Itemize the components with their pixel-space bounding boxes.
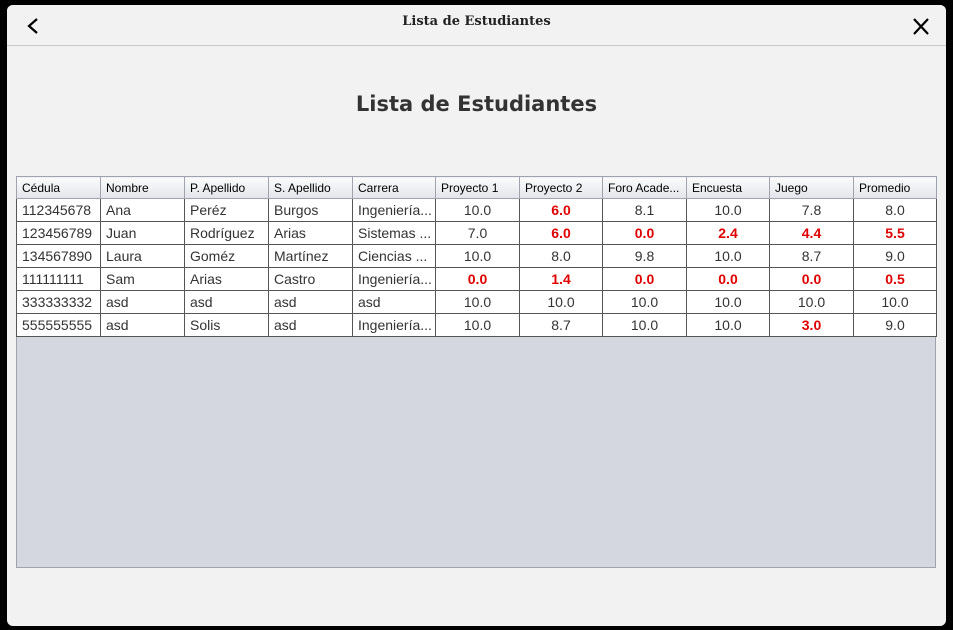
table-cell[interactable]: Juan: [100, 221, 185, 245]
table-cell[interactable]: 10.0: [519, 290, 603, 314]
table-cell[interactable]: asd: [184, 290, 269, 314]
students-table-scrollpane[interactable]: Cédula Nombre P. Apellido S. Apellido Carrer…: [16, 176, 937, 568]
column-header[interactable]: Carrera: [352, 176, 436, 199]
column-header[interactable]: Cédula: [16, 176, 101, 199]
close-icon: [913, 18, 929, 35]
table-cell[interactable]: 1.4: [519, 267, 603, 291]
table-cell[interactable]: 0.0: [769, 267, 854, 291]
table-row[interactable]: 555555555 asd Solis asd Ingeniería... 10.0 8.7…: [16, 313, 937, 337]
window-title: Lista de Estudiantes: [402, 14, 551, 29]
table-cell[interactable]: 10.0: [686, 290, 770, 314]
table-cell[interactable]: asd: [100, 290, 185, 314]
table-cell[interactable]: asd: [100, 313, 185, 337]
table-cell[interactable]: Solis: [184, 313, 269, 337]
table-cell[interactable]: Burgos: [268, 198, 353, 222]
app-window: Lista de Estudiantes Lista de Estudiante…: [7, 5, 946, 626]
column-header[interactable]: S. Apellido: [268, 176, 353, 199]
page-title: Lista de Estudiantes: [355, 92, 598, 116]
table-cell[interactable]: 0.0: [602, 267, 687, 291]
table-cell[interactable]: 7.8: [769, 198, 854, 222]
table-cell[interactable]: 0.0: [602, 221, 687, 245]
column-header[interactable]: Proyecto 1: [435, 176, 520, 199]
table-cell[interactable]: 9.8: [602, 244, 687, 268]
table-cell[interactable]: 10.0: [769, 290, 854, 314]
table-cell[interactable]: 7.0: [435, 221, 520, 245]
table-cell[interactable]: Arias: [184, 267, 269, 291]
column-header[interactable]: Proyecto 2: [519, 176, 603, 199]
table-cell[interactable]: 3.0: [769, 313, 854, 337]
table-cell[interactable]: Arias: [268, 221, 353, 245]
table-cell[interactable]: 9.0: [853, 313, 937, 337]
table-cell[interactable]: 134567890: [16, 244, 101, 268]
table-cell[interactable]: 9.0: [853, 244, 937, 268]
table-cell[interactable]: 10.0: [686, 244, 770, 268]
column-header[interactable]: P. Apellido: [184, 176, 269, 199]
table-cell[interactable]: 4.4: [769, 221, 854, 245]
students-table[interactable]: Cédula Nombre P. Apellido S. Apellido Carrer…: [16, 176, 937, 337]
table-cell[interactable]: Ingeniería...: [352, 267, 436, 291]
table-cell[interactable]: Ciencias ...: [352, 244, 436, 268]
table-cell[interactable]: Rodríguez: [184, 221, 269, 245]
table-cell[interactable]: Ingeniería...: [352, 198, 436, 222]
table-cell[interactable]: asd: [268, 313, 353, 337]
table-cell[interactable]: 10.0: [435, 290, 520, 314]
table-cell[interactable]: Goméz: [184, 244, 269, 268]
table-cell[interactable]: 0.0: [435, 267, 520, 291]
table-cell[interactable]: 0.5: [853, 267, 937, 291]
table-row[interactable]: 134567890 Laura Goméz Martínez Ciencias ... 1…: [16, 244, 937, 268]
close-button[interactable]: [910, 13, 932, 39]
table-cell[interactable]: 555555555: [16, 313, 101, 337]
table-cell[interactable]: 8.1: [602, 198, 687, 222]
table-cell[interactable]: 8.7: [769, 244, 854, 268]
column-header[interactable]: Foro Acade...: [602, 176, 687, 199]
table-row[interactable]: 123456789 Juan Rodríguez Arias Sistemas ... 7…: [16, 221, 937, 245]
table-cell[interactable]: 10.0: [602, 313, 687, 337]
table-cell[interactable]: 10.0: [602, 290, 687, 314]
table-cell[interactable]: 8.0: [853, 198, 937, 222]
table-cell[interactable]: Laura: [100, 244, 185, 268]
table-row[interactable]: 111111111 Sam Arias Castro Ingeniería... 0.0 1…: [16, 267, 937, 291]
table-header: Cédula Nombre P. Apellido S. Apellido Carrer…: [16, 176, 937, 199]
table-cell[interactable]: 111111111: [16, 267, 101, 291]
table-cell[interactable]: 10.0: [686, 313, 770, 337]
table-cell[interactable]: 333333332: [16, 290, 101, 314]
table-cell[interactable]: Martínez: [268, 244, 353, 268]
table-cell[interactable]: 10.0: [435, 244, 520, 268]
table-cell[interactable]: 8.0: [519, 244, 603, 268]
table-cell[interactable]: 8.7: [519, 313, 603, 337]
table-cell[interactable]: 5.5: [853, 221, 937, 245]
column-header[interactable]: Promedio: [853, 176, 937, 199]
table-cell[interactable]: 112345678: [16, 198, 101, 222]
title-bar: Lista de Estudiantes: [7, 5, 946, 46]
table-cell[interactable]: 10.0: [686, 198, 770, 222]
column-header[interactable]: Juego: [769, 176, 854, 199]
table-cell[interactable]: 2.4: [686, 221, 770, 245]
table-cell[interactable]: Sistemas ...: [352, 221, 436, 245]
table-cell[interactable]: 10.0: [435, 313, 520, 337]
table-cell[interactable]: Peréz: [184, 198, 269, 222]
table-cell[interactable]: asd: [352, 290, 436, 314]
table-row[interactable]: 112345678 Ana Peréz Burgos Ingeniería... 10.0…: [16, 198, 937, 222]
column-header[interactable]: Nombre: [100, 176, 185, 199]
table-cell[interactable]: Castro: [268, 267, 353, 291]
table-cell[interactable]: Ingeniería...: [352, 313, 436, 337]
table-body: 112345678 Ana Peréz Burgos Ingeniería... 10.0…: [16, 198, 937, 337]
table-cell[interactable]: Ana: [100, 198, 185, 222]
table-cell[interactable]: asd: [268, 290, 353, 314]
table-row[interactable]: 333333332 asd asd asd asd 10.0 10.0 10.0 10.0 10.…: [16, 290, 937, 314]
table-cell[interactable]: 10.0: [435, 198, 520, 222]
table-cell[interactable]: 6.0: [519, 221, 603, 245]
column-header[interactable]: Encuesta: [686, 176, 770, 199]
table-cell[interactable]: 6.0: [519, 198, 603, 222]
table-cell[interactable]: 123456789: [16, 221, 101, 245]
table-cell[interactable]: 0.0: [686, 267, 770, 291]
table-cell[interactable]: Sam: [100, 267, 185, 291]
table-cell[interactable]: 10.0: [853, 290, 937, 314]
